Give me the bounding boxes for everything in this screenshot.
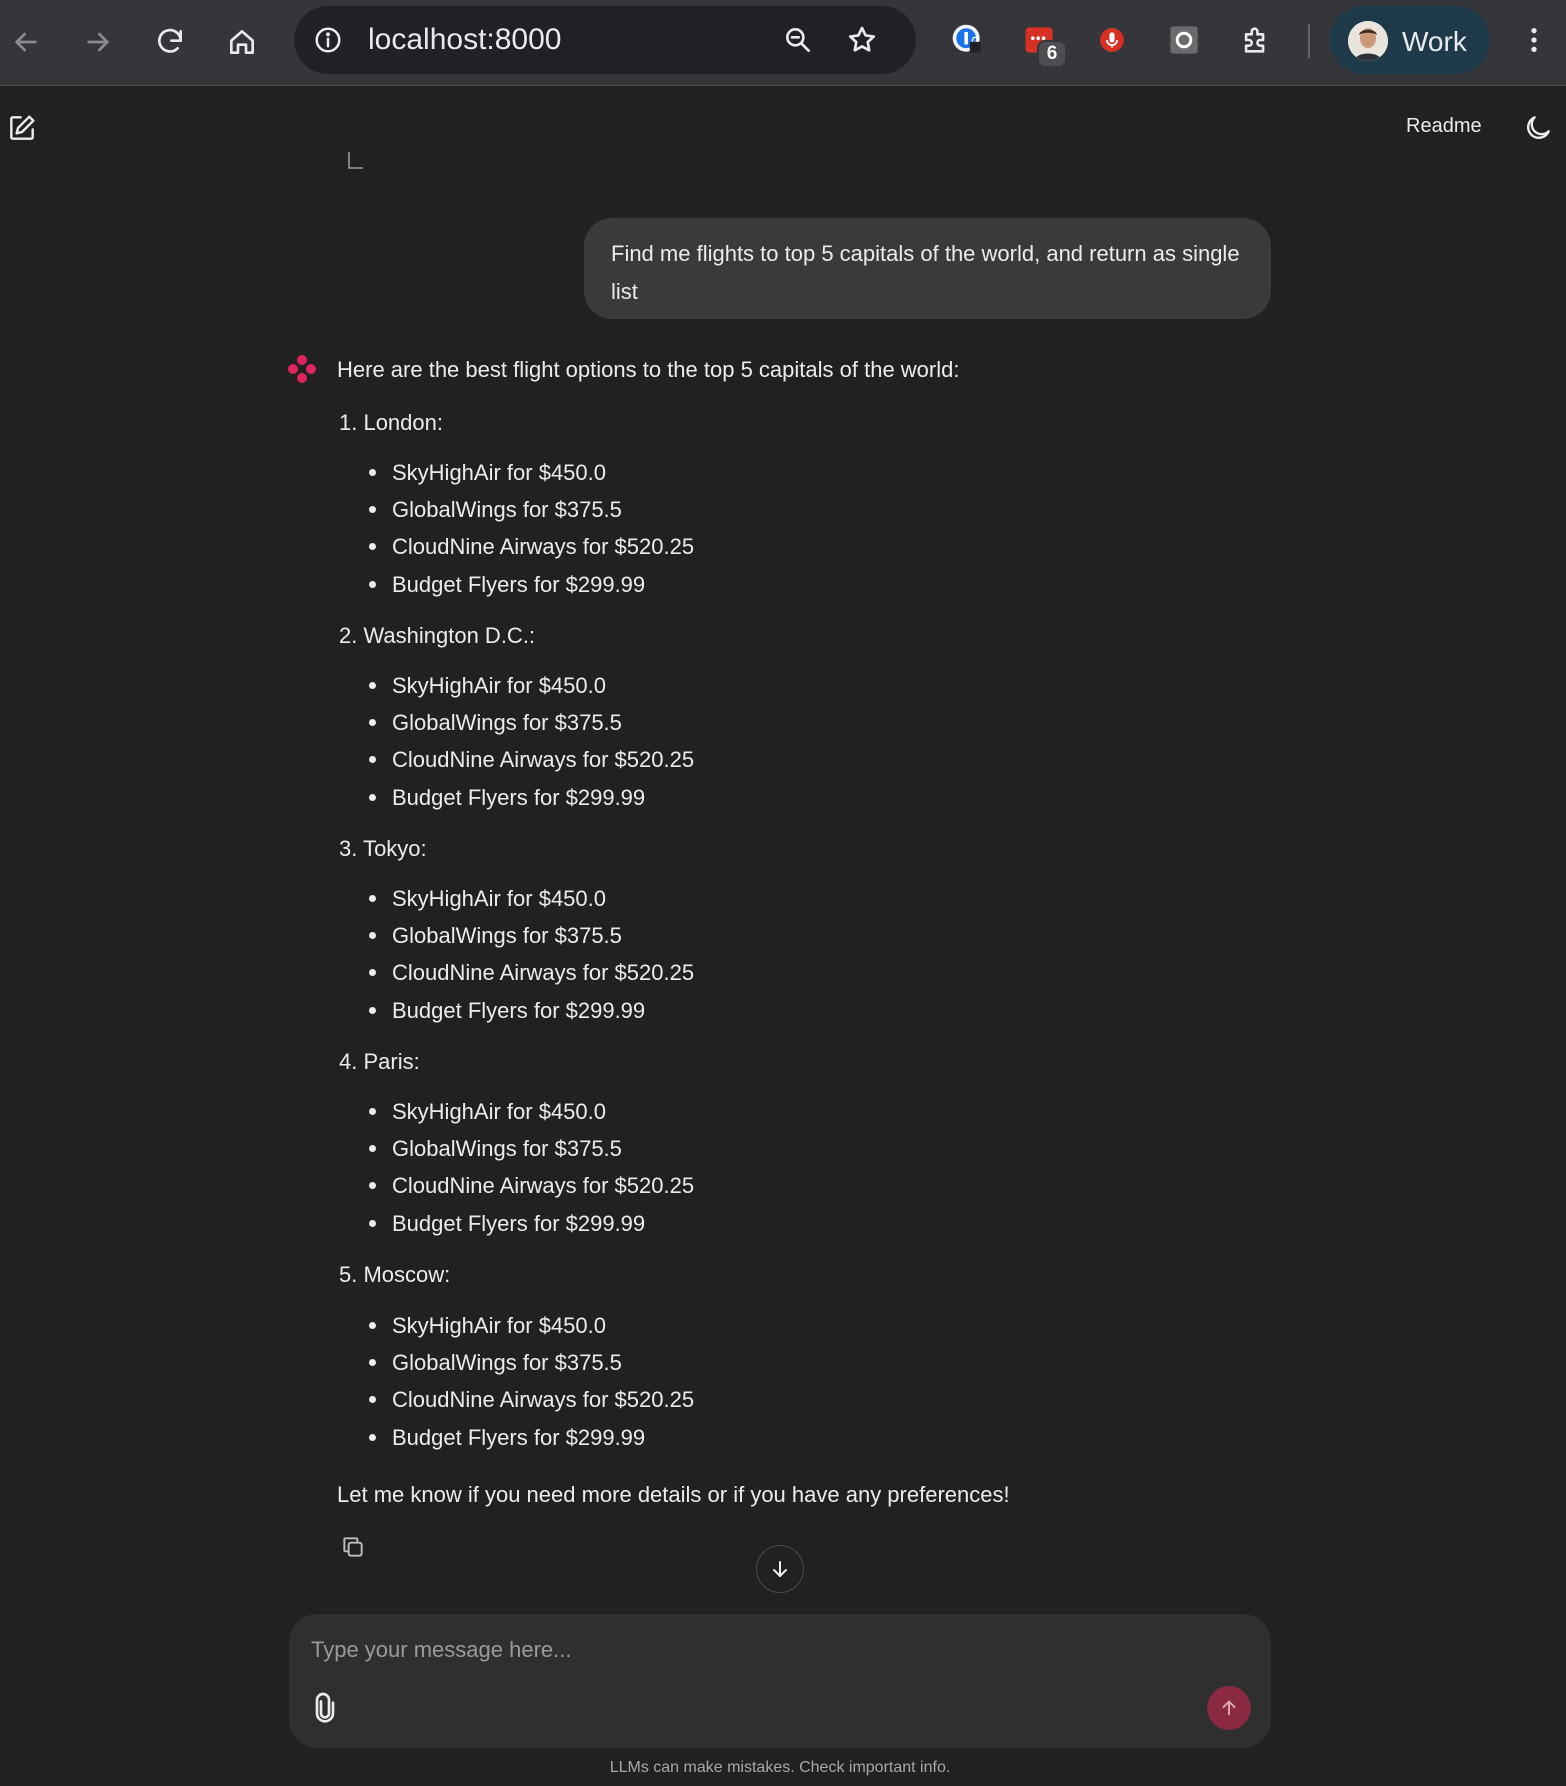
o-extension-icon[interactable] xyxy=(1164,20,1204,60)
back-icon[interactable] xyxy=(2,18,50,66)
bookmark-star-icon[interactable] xyxy=(846,24,878,61)
profile-button[interactable]: Work xyxy=(1330,6,1490,74)
address-bar[interactable]: localhost:8000 xyxy=(294,6,916,74)
list-item: GlobalWings for $375.5 xyxy=(369,1350,622,1376)
user-message-bubble: Find me flights to top 5 capitals of the… xyxy=(584,218,1271,319)
profile-label: Work xyxy=(1402,26,1467,57)
list-item: Budget Flyers for $299.99 xyxy=(369,998,645,1024)
message-input[interactable] xyxy=(311,1632,1211,1668)
user-message-text: Find me flights to top 5 capitals of the… xyxy=(611,241,1240,304)
assistant-outro: Let me know if you need more details or … xyxy=(337,1482,1010,1507)
send-button[interactable] xyxy=(1207,1686,1251,1730)
list-item: GlobalWings for $375.5 xyxy=(369,710,622,736)
list-item: SkyHighAir for $450.0 xyxy=(369,886,606,912)
message-composer xyxy=(289,1614,1271,1748)
assistant-logo-icon xyxy=(286,353,318,385)
list-item: SkyHighAir for $450.0 xyxy=(369,673,606,699)
password-manager-icon[interactable] xyxy=(948,20,988,60)
home-icon[interactable] xyxy=(218,18,266,66)
extensions-puzzle-icon[interactable] xyxy=(1236,20,1276,60)
city-heading: 2. Washington D.C.: xyxy=(339,623,536,648)
list-item: CloudNine Airways for $520.25 xyxy=(369,1387,694,1413)
list-item: Budget Flyers for $299.99 xyxy=(369,1211,645,1237)
list-item: CloudNine Airways for $520.25 xyxy=(369,747,694,773)
copy-icon[interactable] xyxy=(340,1534,368,1562)
scroll-to-bottom-button[interactable] xyxy=(756,1545,804,1593)
assistant-intro: Here are the best flight options to the … xyxy=(337,357,960,382)
city-heading: 1. London: xyxy=(339,410,443,435)
extension-badge: 6 xyxy=(1037,40,1067,68)
list-item: Budget Flyers for $299.99 xyxy=(369,1425,645,1451)
paperclip-icon[interactable] xyxy=(309,1692,343,1726)
list-item: GlobalWings for $375.5 xyxy=(369,1136,622,1162)
readme-button[interactable]: Readme xyxy=(1406,114,1482,138)
arrow-up-icon xyxy=(1222,1700,1236,1716)
city-heading: 4. Paris: xyxy=(339,1049,420,1074)
forward-icon[interactable] xyxy=(74,18,122,66)
list-item: CloudNine Airways for $520.25 xyxy=(369,534,694,560)
list-item: CloudNine Airways for $520.25 xyxy=(369,960,694,986)
list-item: CloudNine Airways for $520.25 xyxy=(369,1173,694,1199)
microphone-extension-icon[interactable] xyxy=(1092,20,1132,60)
toolbar-divider xyxy=(1308,24,1310,58)
zoom-icon[interactable] xyxy=(782,24,814,61)
list-item: SkyHighAir for $450.0 xyxy=(369,460,606,486)
avatar xyxy=(1348,21,1388,61)
city-heading: 3. Tokyo: xyxy=(339,836,427,861)
list-item: GlobalWings for $375.5 xyxy=(369,923,622,949)
list-item: SkyHighAir for $450.0 xyxy=(369,1099,606,1125)
scrolled-icon-fragment xyxy=(346,152,366,172)
list-item: GlobalWings for $375.5 xyxy=(369,497,622,523)
browser-menu-icon[interactable] xyxy=(1514,20,1554,60)
url-text[interactable]: localhost:8000 xyxy=(368,24,561,56)
list-item: SkyHighAir for $450.0 xyxy=(369,1313,606,1339)
arrow-down-icon xyxy=(773,1561,787,1577)
disclaimer-text: LLMs can make mistakes. Check important … xyxy=(609,1759,951,1776)
list-item: Budget Flyers for $299.99 xyxy=(369,785,645,811)
site-info-icon[interactable] xyxy=(308,20,348,60)
moon-icon[interactable] xyxy=(1522,112,1554,144)
reload-icon[interactable] xyxy=(146,18,194,66)
browser-toolbar: localhost:8000 6 Work xyxy=(0,0,1566,86)
new-chat-icon[interactable] xyxy=(6,112,38,144)
city-heading: 5. Moscow: xyxy=(339,1262,451,1287)
list-item: Budget Flyers for $299.99 xyxy=(369,572,645,598)
